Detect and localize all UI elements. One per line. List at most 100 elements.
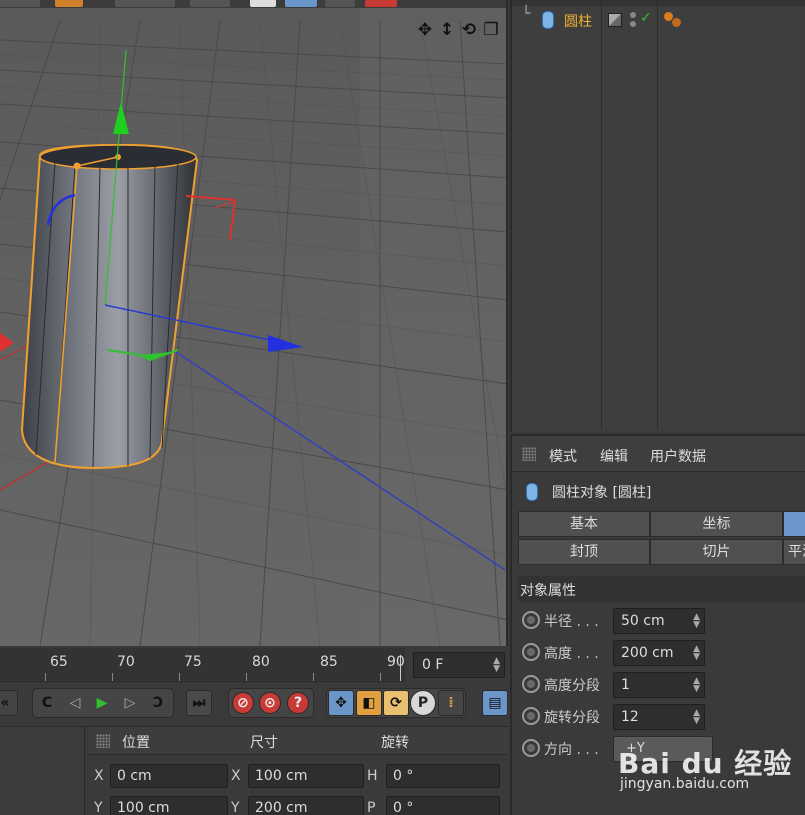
next-key-icon[interactable]: Ɔ [145, 690, 171, 716]
menu-user-data[interactable]: 用户数据 [650, 446, 706, 466]
field-value: 1 [621, 677, 630, 693]
playback-controls: « C ◁ ▶ ▷ Ɔ ⏭ ⊘ ⊙ ? ✥ ◧ ⟳ P ⁞ ▤ [0, 684, 508, 724]
animate-radio-icon[interactable] [522, 611, 540, 629]
param-height-row: 高度 . . . 200 cm ▲ ▼ [518, 638, 805, 666]
next-frame-icon[interactable]: ▷ [117, 690, 143, 716]
toolbar-button[interactable] [325, 0, 355, 7]
stepper-arrows-icon[interactable]: ▲ ▼ [693, 677, 700, 694]
object-flags-column [603, 0, 658, 430]
tab-row-1: 基本 坐标 [518, 511, 805, 537]
position-x-field[interactable]: 0 cm [110, 764, 228, 788]
position-header: 位置 [122, 735, 150, 751]
toggle-view-icon[interactable]: ❐ [482, 20, 500, 40]
viewport-scene [0, 0, 506, 646]
animate-radio-icon[interactable] [522, 675, 540, 693]
tick-mark [380, 673, 381, 681]
toolbar-button[interactable] [190, 0, 230, 7]
menu-edit[interactable]: 编辑 [600, 446, 628, 466]
field-value: 0 ° [393, 800, 414, 815]
keyframe-help-icon[interactable]: ? [287, 692, 309, 714]
tab-object[interactable] [783, 511, 805, 537]
animate-radio-icon[interactable] [522, 739, 540, 757]
height-segments-field[interactable]: 1 ▲ ▼ [613, 672, 705, 698]
tick-label: 85 [320, 654, 338, 670]
rotation-p-field[interactable]: 0 ° [386, 796, 500, 815]
field-value: 200 cm [255, 800, 308, 815]
height-field[interactable]: 200 cm ▲ ▼ [613, 640, 705, 666]
axis-label: X [231, 768, 241, 784]
size-y-field[interactable]: 200 cm [248, 796, 364, 815]
object-title: 圆柱对象 [圆柱] [552, 485, 652, 501]
toolbar-button[interactable] [365, 0, 397, 7]
autokey-icon[interactable]: ⊙ [259, 692, 281, 714]
stepper-arrows-icon[interactable]: ▲ ▼ [493, 657, 500, 674]
animate-radio-icon[interactable] [522, 707, 540, 725]
param-label: 方向 . . . [544, 742, 599, 758]
panel-grip-icon[interactable] [96, 734, 110, 748]
object-name-column [512, 0, 602, 430]
timeline-editor-icon[interactable]: ▤ [482, 690, 508, 716]
toolbar-button[interactable] [250, 0, 276, 7]
prev-key-icon[interactable]: C [34, 690, 60, 716]
tab-smoothing[interactable]: 平滑 [783, 539, 805, 565]
dolly-view-icon[interactable]: ↕ [438, 20, 456, 40]
visibility-editor-dot[interactable] [630, 12, 636, 18]
timeline: 65 70 75 80 85 90 0 F ▲ ▼ [0, 648, 508, 682]
axis-label: H [367, 768, 378, 784]
field-value: 0 ° [393, 768, 414, 784]
stepper-arrows-icon[interactable]: ▲ ▼ [693, 645, 700, 662]
play-icon[interactable]: ▶ [89, 690, 115, 716]
watermark-url: jingyan.baidu.com [620, 776, 750, 792]
tab-slice[interactable]: 切片 [650, 539, 783, 565]
toolbar-button[interactable] [285, 0, 317, 7]
tab-coordinates[interactable]: 坐标 [650, 511, 783, 537]
menu-mode[interactable]: 模式 [549, 446, 577, 466]
attribute-object-title: 圆柱对象 [圆柱] [512, 476, 805, 506]
axis-label: X [94, 768, 104, 784]
record-icon[interactable]: ⊘ [232, 692, 254, 714]
rotation-h-field[interactable]: 0 ° [386, 764, 500, 788]
size-x-field[interactable]: 100 cm [248, 764, 364, 788]
rotate-view-icon[interactable]: ⟲ [460, 20, 478, 40]
stepper-arrows-icon[interactable]: ▲ ▼ [693, 709, 700, 726]
move-view-icon[interactable]: ✥ [416, 20, 434, 40]
toolbar-button[interactable] [55, 0, 83, 7]
go-to-end-icon[interactable]: ⏭ [186, 690, 212, 716]
coordinates-manager: 位置 尺寸 旋转 X 0 cm X 100 cm H 0 ° Y 100 cm … [0, 726, 508, 815]
visibility-render-dot[interactable] [630, 21, 636, 27]
tab-basic[interactable]: 基本 [518, 511, 650, 537]
stepper-arrows-icon[interactable]: ▲ ▼ [693, 613, 700, 630]
param-label: 高度分段 [544, 678, 600, 694]
current-frame-value: 0 F [422, 657, 444, 673]
toolbar-button[interactable] [0, 0, 40, 7]
position-y-field[interactable]: 100 cm [110, 796, 228, 815]
enabled-check-icon[interactable]: ✓ [640, 10, 652, 26]
key-rotation-icon[interactable]: ⟳ [383, 690, 409, 716]
go-to-start-icon[interactable]: « [0, 690, 18, 716]
animate-radio-icon[interactable] [522, 643, 540, 661]
timeline-ruler[interactable]: 65 70 75 80 85 90 [0, 648, 405, 682]
panel-grip-icon[interactable] [522, 447, 536, 461]
key-position-icon[interactable]: ✥ [328, 690, 354, 716]
field-value: 100 cm [117, 800, 170, 815]
key-pla-icon[interactable]: ⁞ [438, 690, 464, 716]
radius-field[interactable]: 50 cm ▲ ▼ [613, 608, 705, 634]
toolbar-button[interactable] [115, 0, 175, 7]
param-label: 高度 . . . [544, 646, 599, 662]
object-name[interactable]: 圆柱 [564, 11, 592, 31]
key-param-icon[interactable]: P [410, 690, 436, 716]
viewport-top-toolbar [0, 0, 506, 8]
baidu-watermark: Bai du 经验 jingyan.baidu.com [618, 726, 803, 796]
3d-viewport[interactable]: ✥ ↕ ⟲ ❐ [0, 0, 508, 646]
end-marker [400, 655, 401, 681]
key-scale-icon[interactable]: ◧ [356, 690, 382, 716]
axis-label: Y [231, 800, 240, 815]
tick-label: 90 [387, 654, 405, 670]
layer-icon[interactable] [608, 13, 622, 27]
current-frame-field[interactable]: 0 F ▲ ▼ [413, 652, 505, 678]
tab-caps[interactable]: 封顶 [518, 539, 650, 565]
prev-frame-icon[interactable]: ◁ [62, 690, 88, 716]
tag-icon[interactable] [672, 18, 681, 27]
object-row-cylinder[interactable]: └ 圆柱 ✓ [512, 6, 805, 34]
tick-label: 65 [50, 654, 68, 670]
